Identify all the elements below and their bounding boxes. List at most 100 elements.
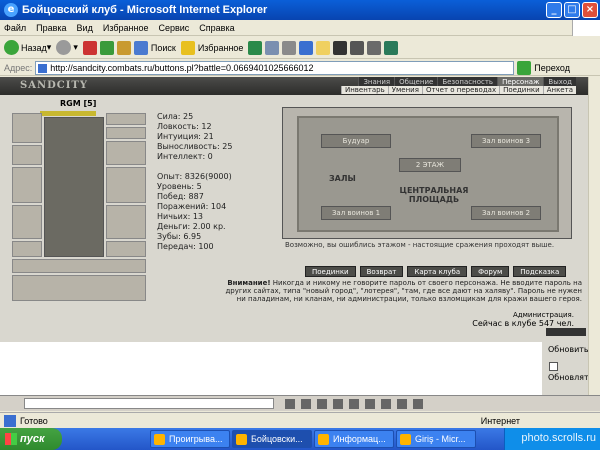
- stat-intellect: Интеллект: 0: [157, 152, 213, 161]
- task-icon: [318, 434, 329, 445]
- mail-icon[interactable]: [265, 40, 280, 55]
- chat-area[interactable]: [0, 342, 542, 395]
- map-label-center[interactable]: ЦЕНТРАЛЬНАЯ ПЛОЩАДЬ: [399, 186, 469, 204]
- map-plan: Будуар Зал воинов 3 Зал воинов 1 Зал вои…: [297, 116, 559, 232]
- hint-button[interactable]: Подсказка: [513, 266, 567, 277]
- forward-arrow-icon: [56, 40, 72, 55]
- rings-slot[interactable]: [106, 141, 146, 165]
- stop-icon[interactable]: [82, 40, 97, 55]
- chat-tool-icon[interactable]: [333, 399, 343, 409]
- subtab-fights[interactable]: Поединки: [499, 86, 543, 94]
- folder-icon[interactable]: [316, 40, 331, 55]
- tool2-icon[interactable]: [367, 40, 382, 55]
- refresh-icon[interactable]: [99, 40, 114, 55]
- close-button[interactable]: ×: [582, 2, 598, 18]
- helmet-slot[interactable]: [12, 113, 42, 143]
- subtab-transfers[interactable]: Отчет о переводах: [421, 86, 500, 94]
- chat-tool-icons: [285, 399, 423, 409]
- menu-bar: Файл Правка Вид Избранное Сервис Справка: [0, 20, 600, 36]
- belt-slot[interactable]: [12, 241, 42, 257]
- page-icon: [38, 63, 48, 73]
- address-url: http://sandcity.combats.ru/buttons.pl?ba…: [50, 62, 314, 73]
- minimize-button[interactable]: _: [546, 2, 562, 18]
- menu-view[interactable]: Вид: [77, 23, 93, 33]
- chat-tool-icon[interactable]: [397, 399, 407, 409]
- amulet-slot[interactable]: [106, 113, 146, 125]
- weapon-slot[interactable]: [12, 167, 42, 203]
- subtab-inventory[interactable]: Инвентарь: [340, 86, 388, 94]
- menu-tools[interactable]: Сервис: [158, 23, 189, 33]
- quick-slots-row[interactable]: [12, 259, 146, 273]
- address-label: Адрес:: [4, 62, 33, 73]
- map-button-hall-1[interactable]: Зал воинов 1: [321, 206, 391, 220]
- start-button[interactable]: пуск: [0, 428, 62, 450]
- task-player[interactable]: Проигрыва...: [150, 430, 230, 448]
- home-icon[interactable]: [116, 40, 131, 55]
- k-icon[interactable]: [333, 40, 348, 55]
- edit-icon[interactable]: [299, 40, 314, 55]
- chat-tool-icon[interactable]: [301, 399, 311, 409]
- task-info[interactable]: Информац...: [314, 430, 394, 448]
- print-icon[interactable]: [282, 40, 297, 55]
- back-arrow-icon: [4, 40, 19, 55]
- task-icon: [154, 434, 165, 445]
- gloves-slot[interactable]: [12, 145, 42, 165]
- armor-slot[interactable]: [12, 205, 42, 239]
- watermark: photo.scrolls.ru: [521, 432, 596, 444]
- menu-help[interactable]: Справка: [199, 23, 234, 33]
- admin-signature: Администрация.: [513, 311, 574, 319]
- tool-icon[interactable]: [350, 40, 365, 55]
- chat-tool-icon[interactable]: [381, 399, 391, 409]
- boots-slot[interactable]: [106, 241, 146, 257]
- map-button-hall-3[interactable]: Зал воинов 3: [471, 134, 541, 148]
- chat-tool-icon[interactable]: [285, 399, 295, 409]
- media-icon[interactable]: [248, 40, 263, 55]
- address-input[interactable]: http://sandcity.combats.ru/buttons.pl?ba…: [35, 60, 515, 75]
- auto-refresh-checkbox[interactable]: [549, 362, 558, 371]
- task-login[interactable]: Giriş - Micr...: [396, 430, 476, 448]
- chat-tool-icon[interactable]: [317, 399, 327, 409]
- taskbar: пуск Проигрыва... Бойцовски... Информац.…: [0, 428, 600, 450]
- online-count: Сейчас в клубе 547 чел.: [472, 319, 574, 328]
- site-header: SANDCITY Знания Общение Безопасность Пер…: [0, 77, 588, 95]
- forum-button[interactable]: Форум: [471, 266, 510, 277]
- stat-draws: Ничьих: 13: [157, 212, 204, 221]
- chat-input[interactable]: [24, 398, 274, 409]
- subtab-skills[interactable]: Умения: [387, 86, 422, 94]
- task-fight-club[interactable]: Бойцовски...: [232, 430, 312, 448]
- bag-slots-row[interactable]: [12, 275, 146, 301]
- map-button-hall-2[interactable]: Зал воинов 2: [471, 206, 541, 220]
- menu-favorites[interactable]: Избранное: [103, 23, 149, 33]
- stat-intuition: Интуиция: 21: [157, 132, 214, 141]
- back-button[interactable]: Назад ▾: [4, 40, 51, 55]
- character-name[interactable]: RGM [5]: [60, 99, 96, 108]
- go-arrow-icon[interactable]: [517, 60, 532, 75]
- shield-slot[interactable]: [106, 167, 146, 203]
- chat-tool-icon[interactable]: [349, 399, 359, 409]
- map-note: Возможно, вы ошиблись этажом - настоящие…: [285, 241, 555, 249]
- return-button[interactable]: Возврат: [359, 266, 404, 277]
- map-floor-2[interactable]: 2 ЭТАЖ: [399, 158, 461, 172]
- messenger-icon[interactable]: [384, 40, 399, 55]
- refresh-button[interactable]: Обновить: [548, 345, 589, 354]
- chat-tool-icon[interactable]: [413, 399, 423, 409]
- subtab-profile[interactable]: Анкета: [542, 86, 576, 94]
- favorites-button[interactable]: Избранное: [180, 40, 243, 55]
- menu-edit[interactable]: Правка: [36, 23, 66, 33]
- go-button[interactable]: Переход: [534, 63, 570, 73]
- stat-strength: Сила: 25: [157, 112, 194, 121]
- maximize-button[interactable]: □: [564, 2, 580, 18]
- forward-button[interactable]: ▾: [56, 40, 78, 55]
- earring-slot[interactable]: [106, 127, 146, 139]
- club-map-button[interactable]: Карта клуба: [407, 266, 468, 277]
- windows-flag-icon: [572, 20, 600, 36]
- map-button-boudoir[interactable]: Будуар: [321, 134, 391, 148]
- fights-button[interactable]: Поединки: [305, 266, 356, 277]
- chat-tool-icon[interactable]: [365, 399, 375, 409]
- menu-file[interactable]: Файл: [4, 23, 26, 33]
- task-icon: [400, 434, 411, 445]
- vertical-scrollbar[interactable]: [588, 77, 600, 395]
- search-button[interactable]: Поиск: [133, 40, 176, 55]
- chat-toolbar: [0, 395, 600, 411]
- leggings-slot[interactable]: [106, 205, 146, 239]
